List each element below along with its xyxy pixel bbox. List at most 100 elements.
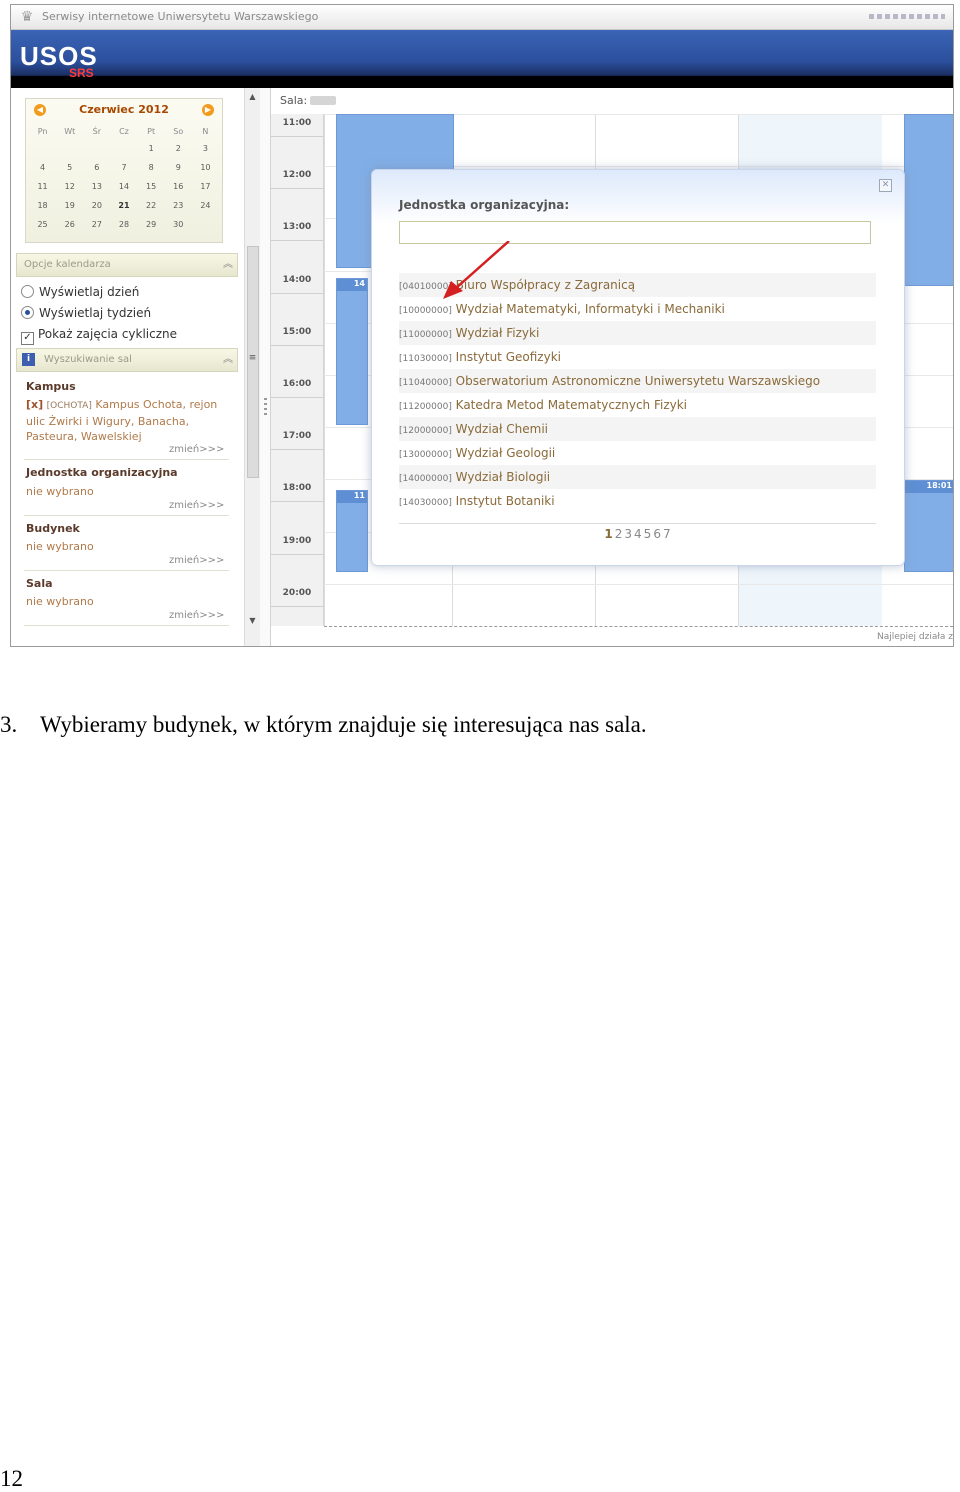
calendar-day[interactable]: 28	[110, 215, 137, 234]
page-link[interactable]: 7	[663, 527, 671, 541]
calendar-day[interactable]: 21	[110, 196, 137, 215]
org-unit-item[interactable]: [11040000] Obserwatorium Astronomiczne U…	[399, 369, 876, 393]
calendar-day[interactable]: 1	[138, 139, 165, 158]
building-value: nie wybrano	[26, 540, 94, 553]
weekday-header: Wt	[64, 126, 76, 136]
hour-divider	[271, 344, 323, 346]
page-link[interactable]: 3	[624, 527, 632, 541]
org-unit-item[interactable]: [14030000] Instytut Botaniki	[399, 489, 876, 513]
next-month-icon[interactable]: ▶	[202, 104, 214, 116]
campus-value: [x] [OCHOTA] Kampus Ochota, rejon ulic Ż…	[26, 397, 221, 444]
calendar-day[interactable]: 3	[192, 139, 219, 158]
room-search-header[interactable]: i Wyszukiwanie sal ︽	[16, 348, 238, 372]
calendar-day[interactable]: 24	[192, 196, 219, 215]
radio-week[interactable]	[21, 306, 34, 319]
panel-splitter[interactable]	[260, 88, 271, 646]
calendar-event[interactable]	[904, 114, 953, 286]
hour-label: 18:00	[282, 483, 312, 494]
org-unit-item[interactable]: [14000000] Wydział Biologii	[399, 465, 876, 489]
org-unit-name[interactable]: Instytut Geofizyki	[456, 350, 561, 364]
calendar-day[interactable]: 14	[110, 177, 137, 196]
option-show-day[interactable]: Wyświetlaj dzień	[21, 284, 139, 300]
org-unit-item[interactable]: [11000000] Wydział Fizyki	[399, 321, 876, 345]
radio-day[interactable]	[21, 285, 34, 298]
calendar-day[interactable]: 4	[29, 158, 56, 177]
org-unit-item[interactable]: [12000000] Wydział Chemii	[399, 417, 876, 441]
org-unit-name[interactable]: Wydział Biologii	[456, 470, 550, 484]
page-link[interactable]: 4	[634, 527, 642, 541]
calendar-day[interactable]: 7	[110, 158, 137, 177]
collapse-chevron-icon[interactable]: ︽	[223, 254, 233, 276]
splitter-grip-icon[interactable]	[264, 398, 267, 418]
unit-label: Jednostka organizacyjna	[26, 466, 178, 479]
hour-label: 19:00	[282, 535, 312, 546]
calendar-day[interactable]: 11	[29, 177, 56, 196]
org-unit-code: [11200000]	[399, 402, 452, 412]
page-link[interactable]: 1	[604, 527, 612, 541]
scroll-grip-icon: ≡	[248, 353, 257, 363]
calendar-day[interactable]: 17	[192, 177, 219, 196]
calendar-day[interactable]: 16	[165, 177, 192, 196]
calendar-day[interactable]: 10	[192, 158, 219, 177]
event-time-label: 11	[337, 491, 367, 503]
change-building-link[interactable]: zmień>>>	[169, 555, 224, 566]
calendar-day[interactable]: 19	[56, 196, 83, 215]
page-link[interactable]: 5	[644, 527, 652, 541]
calendar-day[interactable]: 5	[56, 158, 83, 177]
option-show-cyclic[interactable]: ✓ Pokaż zajęcia cykliczne	[21, 326, 177, 345]
hour-divider	[271, 240, 323, 242]
calendar-day[interactable]: 26	[56, 215, 83, 234]
change-room-link[interactable]: zmień>>>	[169, 610, 224, 621]
change-unit-link[interactable]: zmień>>>	[169, 500, 224, 511]
remove-campus-button[interactable]: [x]	[26, 398, 43, 411]
org-unit-name[interactable]: Wydział Geologii	[456, 446, 556, 460]
calendar-day[interactable]: 9	[165, 158, 192, 177]
calendar-day[interactable]: 18	[29, 196, 56, 215]
org-unit-item[interactable]: [13000000] Wydział Geologii	[399, 441, 876, 465]
collapse-chevron-icon[interactable]: ︽	[223, 349, 233, 371]
calendar-day[interactable]: 22	[138, 196, 165, 215]
calendar-day[interactable]: 25	[29, 215, 56, 234]
calendar-day[interactable]: 6	[83, 158, 110, 177]
hour-label: 20:00	[282, 587, 312, 598]
calendar-options-header[interactable]: Opcje kalendarza ︽	[16, 253, 238, 277]
caption-number: 3.	[0, 712, 18, 737]
org-unit-item[interactable]: [11030000] Instytut Geofizyki	[399, 345, 876, 369]
info-icon: i	[22, 353, 35, 366]
org-unit-name[interactable]: Wydział Chemii	[456, 422, 548, 436]
room-header: Sala:	[280, 94, 337, 107]
page-link[interactable]: 2	[615, 527, 623, 541]
calendar-day[interactable]: 27	[83, 215, 110, 234]
org-unit-name[interactable]: Wydział Fizyki	[456, 326, 540, 340]
calendar-day[interactable]: 15	[138, 177, 165, 196]
calendar-day[interactable]: 29	[138, 215, 165, 234]
org-unit-item[interactable]: [11200000] Katedra Metod Matematycznych …	[399, 393, 876, 417]
campus-code: [OCHOTA]	[46, 401, 92, 411]
calendar-day[interactable]: 23	[165, 196, 192, 215]
calendar-event[interactable]: 11	[336, 490, 368, 572]
checkbox-cyclic[interactable]: ✓	[21, 332, 34, 345]
calendar-event[interactable]: 18:01	[904, 480, 953, 572]
calendar-day[interactable]: 12	[56, 177, 83, 196]
calendar-day[interactable]: 20	[83, 196, 110, 215]
hour-label: 15:00	[282, 326, 312, 337]
calendar-day[interactable]: 8	[138, 158, 165, 177]
close-icon[interactable]: ✕	[879, 179, 892, 192]
org-unit-name[interactable]: Wydział Matematyki, Informatyki i Mechan…	[456, 302, 725, 316]
page-number: 12	[0, 1466, 23, 1491]
option-show-week[interactable]: Wyświetlaj tydzień	[21, 305, 151, 321]
sidebar-scrollbar[interactable]: ▲ ≡ ▼	[244, 88, 260, 646]
change-campus-link[interactable]: zmień>>>	[169, 444, 224, 455]
app-header: USOS SRS	[11, 30, 953, 88]
prev-month-icon[interactable]: ◀	[34, 104, 46, 116]
page-link[interactable]: 6	[653, 527, 661, 541]
calendar-day[interactable]: 2	[165, 139, 192, 158]
calendar-event[interactable]: 14	[336, 278, 368, 425]
calendar-day[interactable]: 13	[83, 177, 110, 196]
org-unit-name[interactable]: Instytut Botaniki	[456, 494, 555, 508]
scroll-down-icon[interactable]: ▼	[247, 616, 258, 625]
org-unit-name[interactable]: Katedra Metod Matematycznych Fizyki	[456, 398, 687, 412]
org-unit-name[interactable]: Obserwatorium Astronomiczne Uniwersytetu…	[456, 374, 820, 388]
calendar-day[interactable]: 30	[165, 215, 192, 234]
scroll-up-icon[interactable]: ▲	[247, 92, 258, 101]
